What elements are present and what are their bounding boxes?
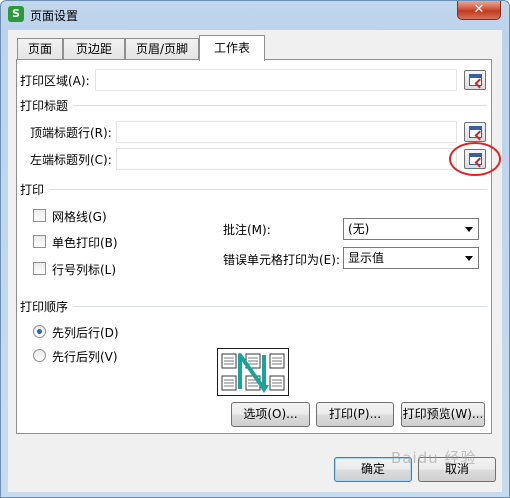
print-area-input[interactable]: [95, 69, 457, 91]
comments-select[interactable]: (无): [343, 218, 479, 240]
gridlines-checkbox[interactable]: [33, 209, 46, 222]
divider: [49, 189, 487, 190]
gridlines-label: 网格线(G): [52, 210, 107, 224]
row-col-headings-checkbox[interactable]: [33, 262, 46, 275]
comments-select-value: (无): [348, 222, 370, 236]
over-then-down-label: 先行后列(V): [52, 350, 118, 364]
dialog-body: 页面 页边距 页眉/页脚 工作表 打印区域(A): 打印标题 顶端标题行(R):…: [8, 30, 502, 492]
print-button[interactable]: 打印(P)...: [316, 402, 394, 427]
top-rows-input[interactable]: [116, 121, 457, 143]
divider: [73, 306, 487, 307]
page-order-diagram-icon: [221, 353, 285, 393]
close-button[interactable]: ✕: [457, 1, 501, 20]
chevron-down-icon: [465, 227, 473, 232]
range-select-icon: [469, 126, 482, 138]
row-col-headings-label: 行号列标(L): [52, 263, 117, 277]
cell-errors-select[interactable]: 显示值: [343, 247, 479, 269]
cell-errors-label: 错误单元格打印为(E):: [223, 253, 340, 267]
comments-label: 批注(M):: [223, 223, 271, 237]
title-bar[interactable]: S 页面设置 ✕: [1, 1, 509, 29]
tab-page[interactable]: 页面: [17, 38, 63, 60]
down-then-over-label: 先列后行(D): [52, 326, 119, 340]
divider: [73, 105, 487, 106]
window-title: 页面设置: [30, 9, 79, 23]
tab-sheet[interactable]: 工作表: [199, 35, 265, 61]
print-preview-button[interactable]: 打印预览(W)...: [401, 402, 485, 427]
down-then-over-radio[interactable]: [33, 325, 46, 338]
top-rows-label: 顶端标题行(R):: [30, 126, 112, 140]
highlight-annotation: [449, 142, 501, 176]
page-order-preview-image: [217, 348, 289, 396]
sheet-tab-panel: 打印区域(A): 打印标题 顶端标题行(R): 左端标题列(C): 打印 网格线…: [16, 59, 501, 434]
black-white-checkbox[interactable]: [33, 235, 46, 248]
over-then-down-radio[interactable]: [33, 349, 46, 362]
tab-header-footer[interactable]: 页眉/页脚: [125, 38, 199, 60]
range-select-icon: [469, 74, 482, 86]
options-button[interactable]: 选项(O)...: [231, 402, 310, 427]
page-setup-dialog: S 页面设置 ✕ 页面 页边距 页眉/页脚 工作表 打印区域(A): 打印标题 …: [0, 0, 510, 498]
black-white-label: 单色打印(B): [52, 236, 118, 250]
chevron-down-icon: [465, 256, 473, 261]
tab-margins[interactable]: 页边距: [63, 38, 125, 60]
left-columns-input[interactable]: [116, 148, 457, 170]
print-area-range-button[interactable]: [464, 70, 486, 90]
page-order-group-label: 打印顺序: [20, 300, 69, 314]
print-area-label: 打印区域(A):: [20, 74, 90, 88]
watermark: Baidu 经验: [391, 449, 477, 467]
print-group-label: 打印: [20, 183, 45, 197]
print-titles-group-label: 打印标题: [20, 99, 69, 113]
top-rows-range-button[interactable]: [464, 122, 486, 142]
app-icon: S: [8, 6, 24, 22]
cell-errors-select-value: 显示值: [348, 251, 385, 265]
left-columns-label: 左端标题列(C):: [30, 153, 112, 167]
